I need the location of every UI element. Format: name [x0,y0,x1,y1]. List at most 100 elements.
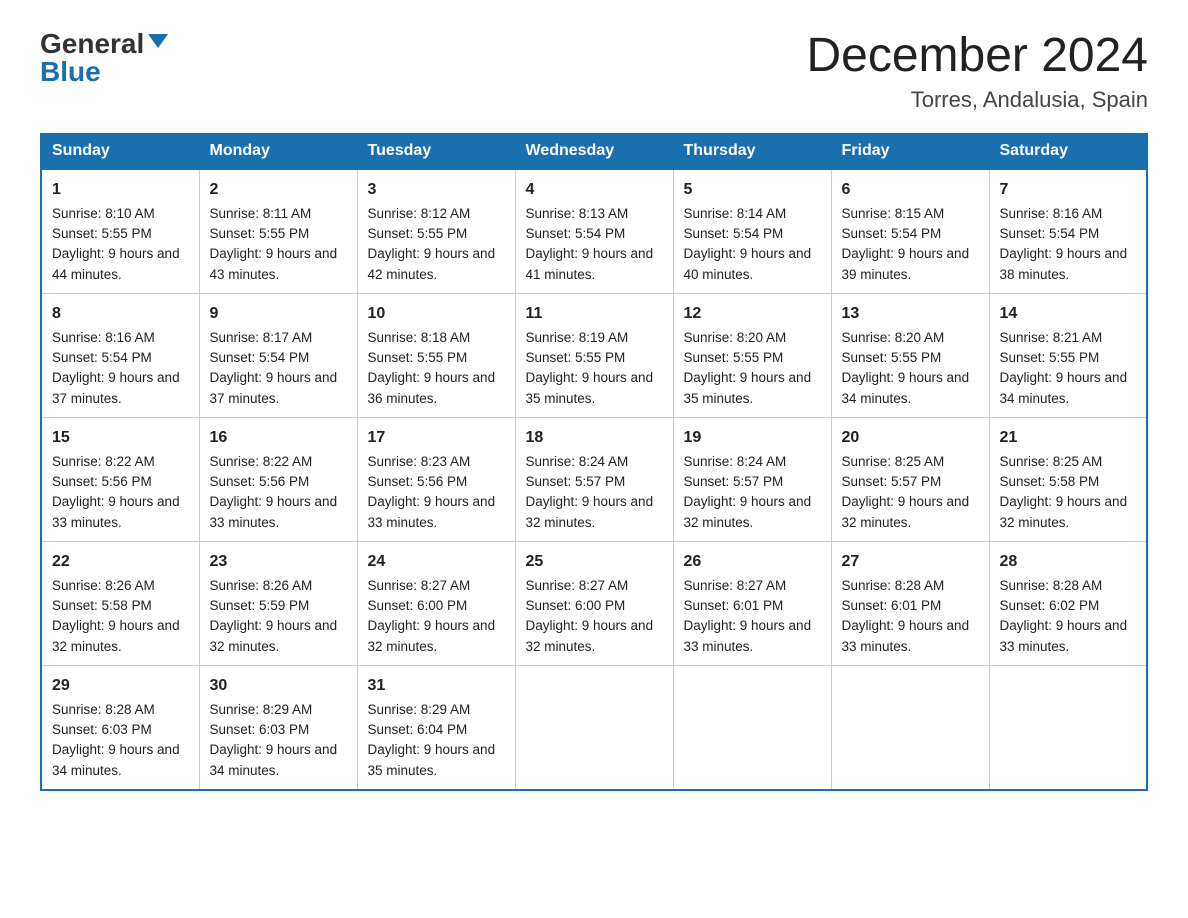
day-number: 27 [842,550,979,574]
day-number: 14 [1000,302,1137,326]
sunrise-text: Sunrise: 8:20 AM [684,330,787,345]
day-number: 30 [210,674,347,698]
sunrise-text: Sunrise: 8:17 AM [210,330,313,345]
calendar-cell: 6Sunrise: 8:15 AMSunset: 5:54 PMDaylight… [831,169,989,294]
calendar-header: SundayMondayTuesdayWednesdayThursdayFrid… [41,133,1147,169]
calendar-cell: 2 Sunrise: 8:11 AM Sunset: 5:55 PM Daylight… [199,169,357,294]
sunset-text: Sunset: 5:58 PM [52,598,152,613]
calendar-cell: 7 Sunrise: 8:16 AM Sunset: 5:54 PM Daylight… [989,169,1147,294]
day-number: 13 [842,302,979,326]
sunrise-text: Sunrise: 8:16 AM [52,330,155,345]
sunset-text: Sunset: 6:00 PM [526,598,626,613]
daylight-text: Daylight: 9 hours and 33 minutes. [52,494,180,529]
sunrise-text: Sunrise: 8:19 AM [526,330,629,345]
daylight-text: Daylight: 9 hours and 34 minutes. [1000,370,1128,405]
sunrise-text: Sunrise: 8:28 AM [52,702,155,717]
day-number: 17 [368,426,505,450]
sunset-text: Sunset: 5:54 PM [1000,226,1100,241]
day-number: 12 [684,302,821,326]
header-day-saturday: Saturday [989,133,1147,169]
header-day-tuesday: Tuesday [357,133,515,169]
sunrise-text: Sunrise: 8:13 AM [526,206,629,221]
calendar-table: SundayMondayTuesdayWednesdayThursdayFrid… [40,133,1148,791]
daylight-text: Daylight: 9 hours and 32 minutes. [210,618,338,653]
month-year: December 2024 [806,30,1148,83]
day-number: 29 [52,674,189,698]
day-number: 4 [526,178,663,202]
week-row-3: 15 Sunrise: 8:22 AM Sunset: 5:56 PM Dayligh… [41,417,1147,541]
sunset-text: Sunset: 5:55 PM [210,226,310,241]
daylight-text: Daylight: 9 hours and 43 minutes. [210,246,338,281]
week-row-1: 1Sunrise: 8:10 AMSunset: 5:55 PMDaylight… [41,169,1147,294]
day-number: 22 [52,550,189,574]
daylight-text: Daylight: 9 hours and 33 minutes. [368,494,496,529]
daylight-text: Daylight: 9 hours and 38 minutes. [1000,246,1128,281]
day-number: 16 [210,426,347,450]
sunrise-text: Sunrise: 8:21 AM [1000,330,1103,345]
sunrise-text: Sunrise: 8:23 AM [368,454,471,469]
day-number: 24 [368,550,505,574]
calendar-cell: 30Sunrise: 8:29 AMSunset: 6:03 PMDayligh… [199,665,357,790]
sunset-text: Sunset: 5:56 PM [52,474,152,489]
day-number: 1 [52,178,189,202]
calendar-cell: 22Sunrise: 8:26 AMSunset: 5:58 PMDayligh… [41,541,199,665]
sunrise-text: Sunrise: 8:16 AM [1000,206,1103,221]
day-number: 3 [368,178,505,202]
sunset-text: Sunset: 5:54 PM [684,226,784,241]
calendar-cell: 25Sunrise: 8:27 AMSunset: 6:00 PMDayligh… [515,541,673,665]
sunrise-text: Sunrise: 8:20 AM [842,330,945,345]
sunrise-text: Sunrise: 8:18 AM [368,330,471,345]
header-row: SundayMondayTuesdayWednesdayThursdayFrid… [41,133,1147,169]
sunset-text: Sunset: 5:56 PM [210,474,310,489]
calendar-cell: 29Sunrise: 8:28 AMSunset: 6:03 PMDayligh… [41,665,199,790]
calendar-cell: 1Sunrise: 8:10 AMSunset: 5:55 PMDaylight… [41,169,199,294]
daylight-text: Daylight: 9 hours and 44 minutes. [52,246,180,281]
calendar-cell: 14 Sunrise: 8:21 AM Sunset: 5:55 PM Dayligh… [989,293,1147,417]
day-number: 25 [526,550,663,574]
sunset-text: Sunset: 5:54 PM [842,226,942,241]
calendar-body: 1Sunrise: 8:10 AMSunset: 5:55 PMDaylight… [41,169,1147,790]
calendar-cell: 4Sunrise: 8:13 AMSunset: 5:54 PMDaylight… [515,169,673,294]
day-number: 6 [842,178,979,202]
logo-blue-text: Blue [40,58,101,86]
sunset-text: Sunset: 6:03 PM [210,722,310,737]
day-number: 5 [684,178,821,202]
day-number: 28 [1000,550,1137,574]
daylight-text: Daylight: 9 hours and 32 minutes. [1000,494,1128,529]
header-day-wednesday: Wednesday [515,133,673,169]
header-day-monday: Monday [199,133,357,169]
daylight-text: Daylight: 9 hours and 32 minutes. [368,618,496,653]
day-number: 19 [684,426,821,450]
daylight-text: Daylight: 9 hours and 34 minutes. [210,742,338,777]
daylight-text: Daylight: 9 hours and 34 minutes. [842,370,970,405]
sunset-text: Sunset: 5:58 PM [1000,474,1100,489]
sunrise-text: Sunrise: 8:27 AM [368,578,471,593]
sunset-text: Sunset: 6:02 PM [1000,598,1100,613]
calendar-cell: 19Sunrise: 8:24 AMSunset: 5:57 PMDayligh… [673,417,831,541]
sunrise-text: Sunrise: 8:24 AM [526,454,629,469]
sunrise-text: Sunrise: 8:28 AM [1000,578,1103,593]
sunset-text: Sunset: 6:04 PM [368,722,468,737]
location: Torres, Andalusia, Spain [806,87,1148,113]
sunset-text: Sunset: 5:55 PM [368,226,468,241]
day-number: 7 [1000,178,1137,202]
week-row-5: 29 Sunrise: 8:28 AM Sunset: 6:03 PM Dayligh… [41,665,1147,790]
calendar-cell: 3Sunrise: 8:12 AMSunset: 5:55 PMDaylight… [357,169,515,294]
sunrise-text: Sunrise: 8:28 AM [842,578,945,593]
sunrise-text: Sunrise: 8:11 AM [210,206,312,221]
sunset-text: Sunset: 5:55 PM [1000,350,1100,365]
sunrise-text: Sunrise: 8:22 AM [210,454,313,469]
calendar-cell: 26Sunrise: 8:27 AMSunset: 6:01 PMDayligh… [673,541,831,665]
daylight-text: Daylight: 9 hours and 32 minutes. [684,494,812,529]
sunset-text: Sunset: 5:56 PM [368,474,468,489]
sunset-text: Sunset: 5:59 PM [210,598,310,613]
daylight-text: Daylight: 9 hours and 37 minutes. [52,370,180,405]
calendar-cell [831,665,989,790]
day-number: 2 [210,178,347,202]
daylight-text: Daylight: 9 hours and 36 minutes. [368,370,496,405]
calendar-cell: 9Sunrise: 8:17 AMSunset: 5:54 PMDaylight… [199,293,357,417]
day-number: 15 [52,426,189,450]
daylight-text: Daylight: 9 hours and 33 minutes. [684,618,812,653]
calendar-cell: 27Sunrise: 8:28 AMSunset: 6:01 PMDayligh… [831,541,989,665]
daylight-text: Daylight: 9 hours and 41 minutes. [526,246,654,281]
